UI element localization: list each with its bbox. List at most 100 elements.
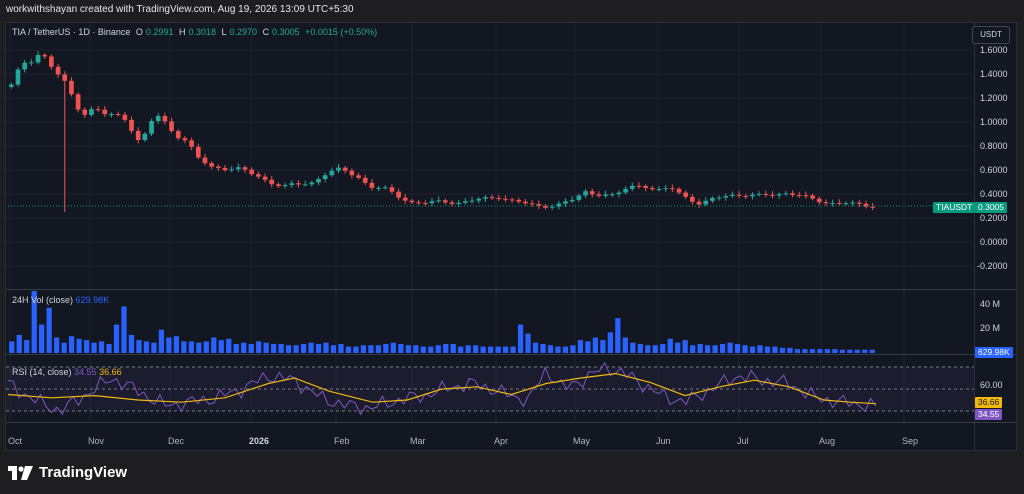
time-axis-label: Jun xyxy=(656,436,671,446)
candle-body xyxy=(596,194,602,196)
volume-bar xyxy=(712,345,718,353)
candle-body xyxy=(229,169,235,171)
volume-bar xyxy=(727,342,733,353)
chart-frame[interactable]: TIA / TetherUS · 1D · Binance O 0.2991 H0… xyxy=(5,22,1017,451)
candle-body xyxy=(536,204,542,206)
candle-body xyxy=(563,201,568,204)
volume-bar xyxy=(719,343,726,353)
volume-bar xyxy=(9,341,15,353)
volume-bar xyxy=(24,340,30,353)
volume-bar xyxy=(473,345,479,353)
volume-bar xyxy=(510,346,516,353)
price-axis-label: -0.2000 xyxy=(977,261,1008,271)
volume-bar xyxy=(248,343,254,353)
volume-bar xyxy=(705,345,711,353)
pane-divider-volume[interactable] xyxy=(6,289,1016,290)
candle-body xyxy=(730,194,735,197)
low-label: L xyxy=(221,27,227,37)
candle-body xyxy=(109,114,114,116)
candle-body xyxy=(69,80,74,95)
currency-button[interactable]: USDT xyxy=(972,26,1010,44)
time-axis-label: Apr xyxy=(494,436,509,446)
volume-bar xyxy=(562,346,569,353)
candle-body xyxy=(649,187,655,190)
symbol-label[interactable]: TIA / TetherUS · 1D · Binance xyxy=(12,27,130,37)
symbol-price-tag: TIAUSDT xyxy=(933,202,976,213)
candle-body xyxy=(429,201,435,204)
time-axis-label: Feb xyxy=(334,436,350,446)
candle-body xyxy=(583,191,588,196)
volume-bar xyxy=(667,338,673,353)
candle-body xyxy=(155,115,161,121)
volume-bar xyxy=(839,349,845,353)
volume-bar xyxy=(450,343,456,353)
candle-body xyxy=(402,197,408,201)
candle-body xyxy=(870,206,875,208)
open-label: O xyxy=(135,27,143,37)
tradingview-logo-icon xyxy=(8,465,33,480)
rsi-legend-value: 34.55 xyxy=(74,367,97,377)
candle-body xyxy=(189,140,194,147)
candle-body xyxy=(496,198,502,200)
candle-body xyxy=(623,188,628,193)
volume-axis-label: 40 M xyxy=(980,299,1001,309)
chart-caption: workwithshayan created with TradingView.… xyxy=(6,4,354,15)
candle-body xyxy=(169,121,174,131)
candle-body xyxy=(302,184,308,186)
candle-body xyxy=(770,194,775,196)
volume-legend-label[interactable]: 24H Vol (close) xyxy=(12,295,73,305)
tradingview-logo[interactable]: TradingView xyxy=(8,464,127,481)
volume-bar xyxy=(383,343,389,353)
volume-bar xyxy=(16,334,22,353)
candle-body xyxy=(643,186,648,188)
volume-bar xyxy=(300,343,307,353)
candle-body xyxy=(422,202,428,204)
volume-bar xyxy=(420,346,426,353)
rsi-legend-label[interactable]: RSI (14, close) xyxy=(12,367,72,377)
volume-bar xyxy=(68,336,75,353)
volume-bar xyxy=(158,329,165,353)
high-value: 0.3018 xyxy=(188,27,216,37)
volume-bar xyxy=(285,345,292,353)
candle-body xyxy=(129,119,134,131)
volume-bar xyxy=(697,343,703,353)
volume-bar xyxy=(443,343,449,353)
volume-bar xyxy=(779,347,786,353)
volume-bar xyxy=(585,341,591,353)
price-legend: TIA / TetherUS · 1D · Binance O 0.2991 H0… xyxy=(12,27,380,37)
pane-divider-rsi[interactable] xyxy=(6,354,1016,355)
candle-body xyxy=(696,201,702,205)
candle-body xyxy=(29,62,34,64)
candle-body xyxy=(182,138,188,141)
candle-body xyxy=(516,199,522,202)
volume-bar xyxy=(211,337,217,353)
candle-body xyxy=(95,109,101,111)
volume-bar xyxy=(181,341,187,353)
candle-body xyxy=(489,197,495,199)
candle-body xyxy=(549,206,555,208)
volume-value-tag: 629.98K xyxy=(975,347,1013,358)
volume-bar xyxy=(555,346,561,353)
volume-bar xyxy=(271,343,277,353)
candle-body xyxy=(316,178,321,183)
price-axis-label: 0.6000 xyxy=(980,165,1008,175)
candle-body xyxy=(763,193,769,195)
candle-body xyxy=(122,114,128,120)
candle-body xyxy=(710,197,715,201)
volume-bar xyxy=(375,345,382,353)
candle-body xyxy=(142,133,148,141)
chart-canvas[interactable] xyxy=(6,23,1016,450)
candle-body xyxy=(282,185,288,187)
candle-body xyxy=(9,84,14,87)
candle-body xyxy=(262,176,268,180)
candle-body xyxy=(175,130,181,139)
volume-bar xyxy=(106,343,112,353)
candle-body xyxy=(336,167,341,171)
volume-bar xyxy=(113,324,120,353)
time-axis-label: Aug xyxy=(819,436,836,446)
volume-bar xyxy=(315,343,322,353)
change-value: +0.0015 (+0.50%) xyxy=(305,27,378,37)
low-value: 0.2970 xyxy=(229,27,258,37)
volume-bar xyxy=(405,345,411,353)
candle-body xyxy=(409,200,415,203)
